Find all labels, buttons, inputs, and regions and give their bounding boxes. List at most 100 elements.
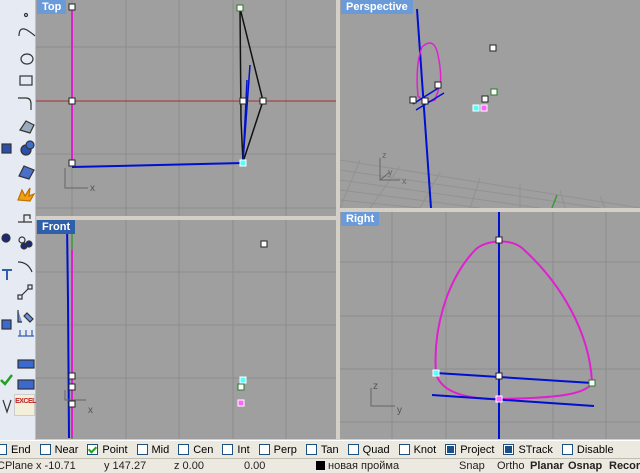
viewport-perspective[interactable]: Perspective z y x: [340, 0, 640, 208]
transform-icon[interactable]: [17, 284, 33, 300]
arc-icon[interactable]: [2, 399, 12, 414]
print-icon[interactable]: [17, 359, 35, 369]
axis-label-x: x: [402, 176, 407, 186]
osnap-project[interactable]: Project: [445, 444, 494, 456]
blue-segment: [242, 64, 251, 163]
control-points[interactable]: [68, 240, 268, 408]
osnap-checkbox[interactable]: [445, 444, 457, 455]
split-icon[interactable]: [18, 214, 32, 223]
viewport-front[interactable]: Front x: [36, 220, 336, 439]
osnap-checkbox[interactable]: [305, 444, 317, 455]
osnap-disable[interactable]: Disable: [561, 443, 614, 456]
viewport-title-perspective[interactable]: Perspective: [341, 0, 413, 14]
osnap-checkbox[interactable]: [258, 444, 270, 455]
viewport-top[interactable]: Top x: [36, 0, 336, 216]
osnap-perp[interactable]: Perp: [258, 444, 297, 456]
trim-icon[interactable]: [17, 261, 33, 273]
explode-icon[interactable]: [17, 187, 36, 202]
viewport-title-right[interactable]: Right: [341, 212, 380, 226]
osnap-knot[interactable]: Knot: [398, 443, 437, 456]
coord-y: y 147.27: [104, 460, 147, 472]
curve-icon[interactable]: [18, 28, 36, 37]
excel-icon[interactable]: EXCEL: [14, 394, 36, 416]
status-bar: CPlane x -10.71 y 147.27 z 0.00 0.00 нов…: [0, 458, 640, 473]
dimension-icon[interactable]: [18, 330, 34, 337]
viewport-right[interactable]: Right z y: [340, 212, 640, 439]
toolbar-icons: [0, 12, 36, 414]
osnap-label: Disable: [576, 443, 614, 456]
osnap-tan[interactable]: Tan: [305, 443, 339, 456]
osnap-toggle[interactable]: Osnap: [568, 460, 602, 472]
distance: 0.00: [244, 460, 266, 472]
boolean-icon[interactable]: [1, 233, 11, 243]
osnap-checkbox[interactable]: [178, 444, 190, 455]
perspective-canvas: z y x: [340, 8, 640, 208]
points-on-icon[interactable]: [18, 236, 33, 250]
array-icon[interactable]: [17, 310, 34, 323]
osnap-quad[interactable]: Quad: [347, 443, 390, 456]
axis-label-z: z: [373, 381, 378, 392]
control-points[interactable]: [68, 3, 267, 167]
axis-label-x: x: [90, 183, 95, 194]
scan-icon[interactable]: [17, 379, 35, 390]
construction-grid: [340, 159, 640, 208]
top-view-canvas: x: [36, 0, 336, 216]
rectangle-icon[interactable]: [19, 75, 33, 86]
osnap-label: Point: [102, 443, 128, 456]
axis-label-y: y: [397, 405, 402, 416]
main-toolbar: EXCEL: [0, 0, 36, 440]
osnap-int[interactable]: Int: [222, 443, 250, 456]
osnap-label: Mid: [151, 443, 170, 456]
osnap-label: Project: [460, 443, 495, 456]
osnap-end[interactable]: End: [0, 444, 31, 456]
osnap-checkbox[interactable]: [222, 444, 234, 455]
ortho-toggle[interactable]: Ortho: [497, 460, 525, 472]
front-view-canvas: x: [36, 220, 336, 439]
planar-toggle[interactable]: Planar: [530, 460, 564, 472]
osnap-point[interactable]: Point: [87, 443, 128, 456]
osnap-label: Cen: [193, 443, 214, 456]
layer-name: новая пройма: [328, 460, 400, 472]
blue-curve: [71, 162, 244, 168]
osnap-label: Int: [237, 443, 250, 456]
snap-toggle[interactable]: Snap: [459, 460, 485, 472]
osnap-mid[interactable]: Mid: [136, 443, 170, 456]
mesh-icon[interactable]: [18, 165, 35, 180]
viewport-title-top[interactable]: Top: [37, 0, 67, 14]
osnap-label: Knot: [413, 443, 437, 456]
layer-color-swatch: [316, 461, 325, 470]
point-icon[interactable]: [23, 12, 29, 18]
coord-z: z 0.00: [174, 460, 204, 472]
osnap-label: Near: [54, 443, 79, 456]
osnap-checkbox[interactable]: [87, 444, 99, 455]
osnap-checkbox[interactable]: [561, 444, 573, 455]
osnap-checkbox[interactable]: [136, 444, 148, 455]
osnap-checkbox[interactable]: [347, 444, 359, 455]
osnap-bar: End Near Point Mid Cen Int Perp Tan Quad Knot Proj…: [0, 440, 640, 458]
extrude-icon[interactable]: [1, 319, 12, 330]
osnap-checkbox[interactable]: [503, 444, 515, 455]
record-history-toggle[interactable]: Record: [609, 460, 640, 472]
cplane-label[interactable]: CPlane: [0, 460, 33, 472]
check-icon[interactable]: [0, 374, 13, 386]
axis-label-z: z: [382, 150, 387, 160]
layer-indicator[interactable]: новая пройма: [316, 460, 399, 472]
osnap-near[interactable]: Near: [39, 443, 79, 456]
control-points[interactable]: [409, 44, 498, 112]
osnap-label: Quad: [362, 443, 390, 456]
osnap-checkbox[interactable]: [39, 444, 51, 455]
osnap-checkbox[interactable]: [0, 444, 7, 455]
viewport-title-front[interactable]: Front: [37, 220, 76, 234]
right-view-canvas: z y: [340, 212, 640, 439]
text-icon[interactable]: [2, 269, 12, 280]
osnap-label: Tan: [320, 443, 339, 456]
osnap-strack[interactable]: STrack: [503, 444, 553, 456]
osnap-checkbox[interactable]: [398, 444, 410, 455]
blue-lines: [431, 372, 595, 407]
circle-icon[interactable]: [20, 53, 34, 65]
box-icon[interactable]: [1, 143, 12, 154]
surface-icon[interactable]: [19, 120, 35, 134]
sphere-icon[interactable]: [20, 140, 35, 156]
fillet-icon[interactable]: [18, 97, 32, 110]
osnap-cen[interactable]: Cen: [178, 444, 213, 456]
